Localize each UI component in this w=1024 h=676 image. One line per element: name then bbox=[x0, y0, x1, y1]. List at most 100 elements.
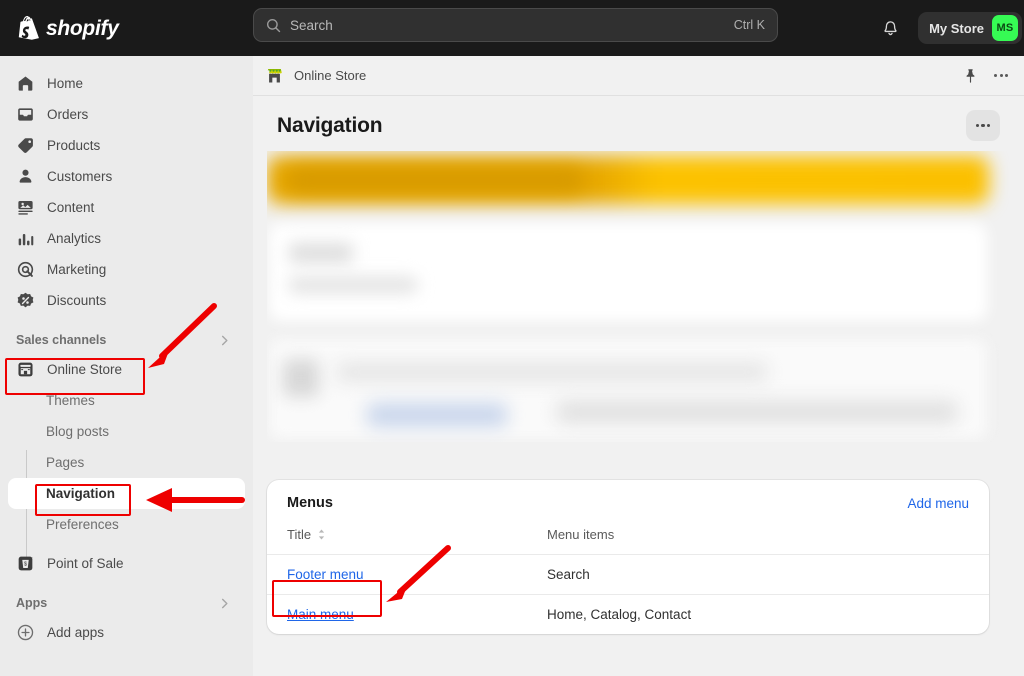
menus-card-title: Menus bbox=[287, 495, 333, 511]
sidebar-item-navigation[interactable]: Navigation bbox=[8, 478, 245, 509]
column-header-label: Menu items bbox=[547, 527, 615, 542]
search-placeholder: Search bbox=[290, 17, 333, 33]
menu-link[interactable]: Main menu bbox=[287, 607, 354, 622]
analytics-bars-icon bbox=[16, 229, 35, 248]
blurred-text-block bbox=[289, 277, 417, 293]
sidebar-item-point-of-sale[interactable]: $ Point of Sale bbox=[8, 548, 245, 579]
page-title: Navigation bbox=[277, 113, 383, 137]
shopify-admin-screen: shopify Search Ctrl K My Store MS Home O… bbox=[0, 0, 1024, 676]
discount-badge-icon bbox=[16, 291, 35, 310]
sidebar-item-orders[interactable]: Orders bbox=[8, 99, 245, 130]
add-menu-button[interactable]: Add menu bbox=[907, 496, 969, 511]
plus-circle-icon bbox=[16, 623, 35, 642]
top-bar: shopify Search Ctrl K My Store MS bbox=[0, 0, 1024, 56]
customer-person-icon bbox=[16, 167, 35, 186]
sidebar-item-label: Content bbox=[47, 200, 95, 215]
sidebar-item-label: Themes bbox=[46, 393, 95, 408]
page-header: Navigation bbox=[253, 96, 1024, 151]
sidebar-item-label: Discounts bbox=[47, 293, 107, 308]
sidebar-item-label: Point of Sale bbox=[47, 556, 124, 571]
row-title-cell: Main menu bbox=[287, 607, 547, 622]
blurred-button bbox=[367, 403, 507, 427]
sidebar: Home Orders Products Customers Content A… bbox=[0, 56, 253, 676]
sidebar-item-discounts[interactable]: Discounts bbox=[8, 285, 245, 316]
sort-chevrons-icon bbox=[318, 529, 325, 540]
menu-link[interactable]: Footer menu bbox=[287, 567, 364, 582]
chevron-right-icon[interactable] bbox=[218, 597, 231, 610]
sidebar-item-add-apps[interactable]: Add apps bbox=[8, 617, 245, 648]
table-row[interactable]: Main menu Home, Catalog, Contact bbox=[267, 594, 989, 634]
chevron-right-icon[interactable] bbox=[218, 334, 231, 347]
sidebar-section-apps: Apps bbox=[8, 592, 239, 614]
section-title: Sales channels bbox=[16, 333, 107, 347]
blurred-thumbnail bbox=[283, 359, 319, 397]
sidebar-item-label: Products bbox=[47, 138, 101, 153]
search-icon bbox=[266, 18, 281, 32]
menus-table-header: Title Menu items bbox=[267, 522, 989, 554]
sidebar-item-analytics[interactable]: Analytics bbox=[8, 223, 245, 254]
sidebar-item-label: Add apps bbox=[47, 625, 105, 640]
main-content: Online Store Navigation Menus Add menu T… bbox=[253, 56, 1024, 676]
bell-icon bbox=[883, 20, 897, 35]
column-header-title[interactable]: Title bbox=[287, 527, 547, 542]
home-icon bbox=[16, 74, 35, 93]
sidebar-item-content[interactable]: Content bbox=[8, 192, 245, 223]
blurred-text-block bbox=[289, 243, 353, 263]
storefront-icon bbox=[16, 360, 35, 379]
pin-icon[interactable] bbox=[963, 68, 978, 84]
row-items-cell: Home, Catalog, Contact bbox=[547, 607, 692, 622]
shopify-brand[interactable]: shopify bbox=[17, 16, 217, 40]
context-channel-button[interactable]: Online Store bbox=[265, 66, 366, 85]
sidebar-item-label: Customers bbox=[47, 169, 113, 184]
sidebar-item-marketing[interactable]: Marketing bbox=[8, 254, 245, 285]
column-header-menu-items: Menu items bbox=[547, 527, 614, 542]
top-bar-actions: My Store MS bbox=[874, 0, 1024, 56]
context-bar-actions bbox=[963, 68, 1010, 84]
sidebar-section-sales-channels: Sales channels bbox=[8, 329, 239, 351]
sidebar-item-products[interactable]: Products bbox=[8, 130, 245, 161]
sidebar-item-preferences[interactable]: Preferences bbox=[8, 509, 245, 540]
context-bar: Online Store bbox=[253, 56, 1024, 96]
redacted-content-region bbox=[267, 151, 1010, 442]
table-row[interactable]: Footer menu Search bbox=[267, 554, 989, 594]
context-channel-label: Online Store bbox=[294, 68, 367, 83]
shopify-bag-logo-icon bbox=[18, 16, 39, 40]
sidebar-item-blog-posts[interactable]: Blog posts bbox=[8, 416, 245, 447]
store-name-label: My Store bbox=[929, 20, 984, 36]
notifications-button[interactable] bbox=[874, 12, 906, 44]
orders-inbox-icon bbox=[16, 105, 35, 124]
blurred-card-1 bbox=[269, 223, 987, 321]
sidebar-item-customers[interactable]: Customers bbox=[8, 161, 245, 192]
store-switcher-button[interactable]: My Store MS bbox=[918, 12, 1022, 44]
column-header-label: Title bbox=[287, 527, 312, 542]
avatar: MS bbox=[992, 15, 1018, 41]
sidebar-item-pages[interactable]: Pages bbox=[8, 447, 245, 478]
search-input[interactable]: Search Ctrl K bbox=[253, 8, 778, 42]
blurred-text-block bbox=[337, 363, 767, 381]
menus-card-header: Menus Add menu bbox=[267, 480, 989, 522]
sidebar-item-label: Orders bbox=[47, 107, 89, 122]
row-title-cell: Footer menu bbox=[287, 567, 547, 582]
global-search[interactable]: Search Ctrl K bbox=[253, 8, 778, 42]
sidebar-item-online-store[interactable]: Online Store bbox=[8, 354, 245, 385]
more-horizontal-icon[interactable] bbox=[992, 70, 1010, 81]
menus-card: Menus Add menu Title Menu items Footer m… bbox=[267, 480, 989, 634]
sidebar-item-label: Home bbox=[47, 76, 84, 91]
search-shortcut-hint: Ctrl K bbox=[733, 18, 765, 32]
sidebar-item-label: Blog posts bbox=[46, 424, 110, 439]
page-more-button[interactable] bbox=[966, 110, 1000, 141]
content-media-icon bbox=[16, 198, 35, 217]
blurred-text-block bbox=[557, 401, 957, 423]
sidebar-item-label: Pages bbox=[46, 455, 85, 470]
section-title: Apps bbox=[16, 596, 48, 610]
blurred-banner-text bbox=[285, 167, 585, 193]
sidebar-item-label: Marketing bbox=[47, 262, 107, 277]
sidebar-item-label: Navigation bbox=[46, 486, 116, 501]
sidebar-item-label: Preferences bbox=[46, 517, 119, 532]
row-items-cell: Search bbox=[547, 567, 590, 582]
product-tag-icon bbox=[16, 136, 35, 155]
sidebar-item-themes[interactable]: Themes bbox=[8, 385, 245, 416]
point-of-sale-icon: $ bbox=[16, 554, 35, 573]
sidebar-item-home[interactable]: Home bbox=[8, 68, 245, 99]
sidebar-item-label: Analytics bbox=[47, 231, 102, 246]
